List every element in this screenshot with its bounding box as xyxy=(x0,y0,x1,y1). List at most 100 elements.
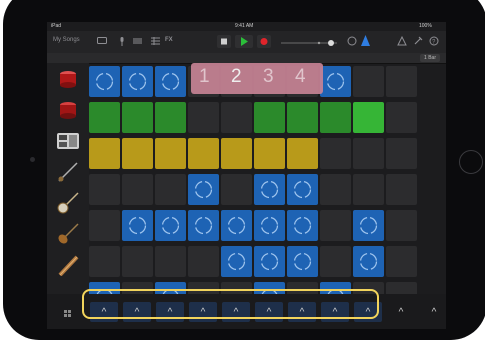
loop-cell[interactable] xyxy=(353,246,384,277)
column-trigger-button[interactable]: ^ xyxy=(420,302,446,322)
empty-cell[interactable] xyxy=(320,210,351,241)
home-button[interactable] xyxy=(459,150,483,174)
empty-cell[interactable] xyxy=(89,174,120,205)
loop-cell[interactable] xyxy=(320,66,351,97)
empty-cell[interactable] xyxy=(221,102,252,133)
loop-ring-icon xyxy=(128,72,147,91)
banjo-icon[interactable] xyxy=(57,192,79,214)
loop-ring-icon xyxy=(194,216,213,235)
loop-cell[interactable] xyxy=(188,174,219,205)
loop-ring-icon xyxy=(359,216,378,235)
empty-cell[interactable] xyxy=(122,174,153,205)
loop-cell[interactable] xyxy=(155,66,186,97)
empty-cell[interactable] xyxy=(122,246,153,277)
empty-cell[interactable] xyxy=(155,246,186,277)
drum-kit-red-icon[interactable] xyxy=(57,68,79,90)
loop-ring-icon xyxy=(227,252,246,271)
loop-cell[interactable] xyxy=(122,138,153,169)
loop-ring-icon xyxy=(95,72,114,91)
empty-cell[interactable] xyxy=(353,138,384,169)
fx-button[interactable]: FX xyxy=(165,37,173,43)
loop-cell[interactable] xyxy=(287,102,318,133)
loop-cell[interactable] xyxy=(155,102,186,133)
empty-cell[interactable] xyxy=(386,66,417,97)
my-songs-button[interactable]: My Songs xyxy=(53,37,80,43)
empty-cell[interactable] xyxy=(188,102,219,133)
empty-cell[interactable] xyxy=(188,246,219,277)
empty-cell[interactable] xyxy=(386,138,417,169)
loop-cell[interactable] xyxy=(254,210,285,241)
loop-cell[interactable] xyxy=(155,210,186,241)
loop-cell[interactable] xyxy=(221,246,252,277)
control-bar: My Songs FX ? xyxy=(47,31,446,53)
settings-icon[interactable] xyxy=(413,36,423,48)
loop-cell[interactable] xyxy=(254,174,285,205)
live-loops-grid: 1 2 3 4 xyxy=(89,63,446,315)
loop-cell[interactable] xyxy=(254,246,285,277)
bass-icon[interactable] xyxy=(57,161,79,183)
mic-icon[interactable] xyxy=(119,37,125,48)
loop-cell[interactable] xyxy=(221,210,252,241)
loop-cell[interactable] xyxy=(89,102,120,133)
loop-cell[interactable] xyxy=(188,210,219,241)
volume-slider[interactable] xyxy=(281,40,341,46)
grid-options-icon[interactable] xyxy=(64,304,74,322)
loop-cell[interactable] xyxy=(287,246,318,277)
empty-cell[interactable] xyxy=(386,174,417,205)
empty-cell[interactable] xyxy=(386,102,417,133)
loop-cell[interactable] xyxy=(122,66,153,97)
loop-cell[interactable] xyxy=(89,138,120,169)
empty-cell[interactable] xyxy=(353,66,384,97)
record-button[interactable] xyxy=(257,35,271,48)
loop-cell[interactable] xyxy=(221,138,252,169)
empty-cell[interactable] xyxy=(320,138,351,169)
empty-cell[interactable] xyxy=(386,210,417,241)
mixer-icon[interactable] xyxy=(133,37,142,47)
empty-cell[interactable] xyxy=(386,246,417,277)
empty-cell[interactable] xyxy=(320,174,351,205)
loop-cell[interactable] xyxy=(89,66,120,97)
instrument-column xyxy=(47,63,89,315)
loop-cell[interactable] xyxy=(353,210,384,241)
empty-cell[interactable] xyxy=(89,246,120,277)
drum-machine-red-icon[interactable] xyxy=(57,99,79,121)
loop-ring-icon xyxy=(260,252,279,271)
erhu-icon[interactable] xyxy=(57,254,79,276)
loop-cell[interactable] xyxy=(155,138,186,169)
bar-length-label[interactable]: 1 Bar xyxy=(420,54,440,62)
loop-cell[interactable] xyxy=(287,210,318,241)
play-button[interactable] xyxy=(235,35,253,48)
loop-ring-icon xyxy=(293,216,312,235)
loop-cell[interactable] xyxy=(254,138,285,169)
loop-cell[interactable] xyxy=(122,102,153,133)
loop-cell[interactable] xyxy=(287,174,318,205)
browser-icon[interactable] xyxy=(97,37,107,47)
empty-cell[interactable] xyxy=(221,174,252,205)
count-in-display: 1 2 3 4 xyxy=(191,63,323,94)
loop-cell[interactable] xyxy=(122,210,153,241)
empty-cell[interactable] xyxy=(155,174,186,205)
help-icon[interactable]: ? xyxy=(429,36,439,48)
front-camera xyxy=(30,157,35,162)
loop-cell[interactable] xyxy=(320,102,351,133)
stop-button[interactable] xyxy=(217,35,231,48)
count-2: 2 xyxy=(231,66,242,87)
metronome-icon[interactable] xyxy=(361,35,370,48)
column-trigger-button[interactable]: ^ xyxy=(387,302,415,322)
loop-ring-icon xyxy=(161,216,180,235)
loop-cell[interactable] xyxy=(353,102,384,133)
clock: 9:41 AM xyxy=(235,23,254,29)
tuner-icon[interactable] xyxy=(347,36,357,48)
beat-sequencer-icon[interactable] xyxy=(57,130,79,152)
loop-cell[interactable] xyxy=(254,102,285,133)
loop-ring-icon xyxy=(326,72,345,91)
loop-cell[interactable] xyxy=(188,138,219,169)
loop-icon[interactable] xyxy=(397,35,407,48)
empty-cell[interactable] xyxy=(89,210,120,241)
loop-ring-icon xyxy=(161,72,180,91)
violin-icon[interactable] xyxy=(57,223,79,245)
loop-cell[interactable] xyxy=(287,138,318,169)
empty-cell[interactable] xyxy=(320,246,351,277)
grid-icon[interactable] xyxy=(151,37,160,47)
empty-cell[interactable] xyxy=(353,174,384,205)
